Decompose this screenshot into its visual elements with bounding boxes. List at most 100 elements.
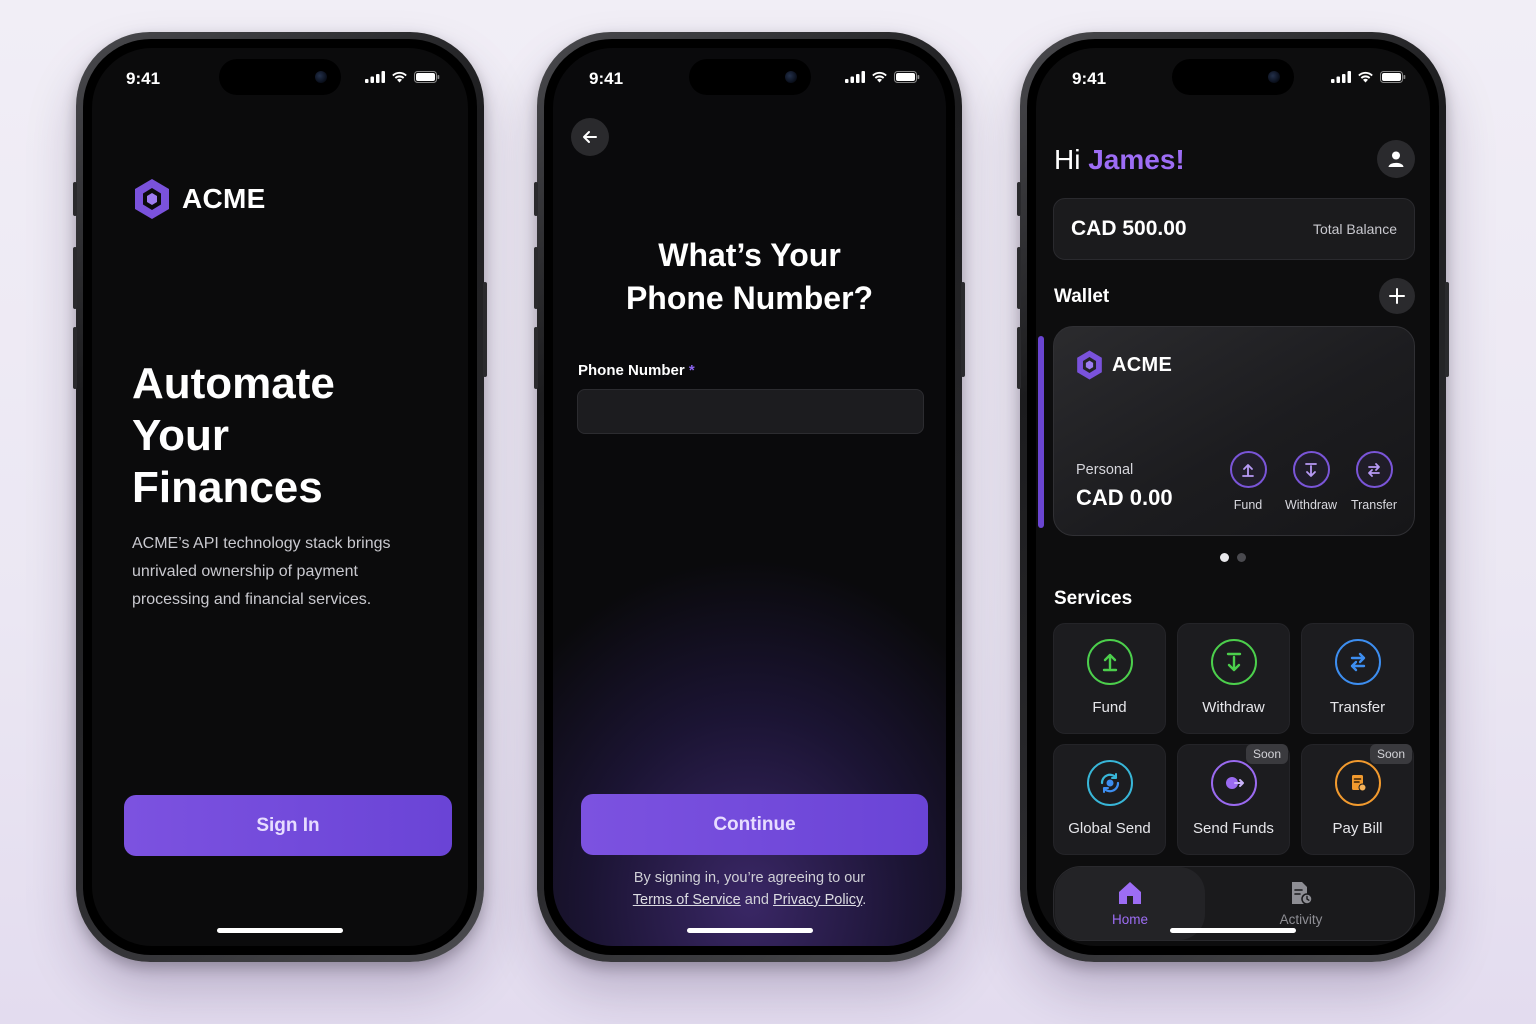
volume-up-button bbox=[1017, 247, 1021, 309]
previous-card-peek[interactable] bbox=[1038, 336, 1044, 528]
action-button bbox=[73, 182, 77, 216]
globe-sync-icon bbox=[1100, 773, 1119, 793]
user-name: James! bbox=[1088, 144, 1185, 175]
plus-icon bbox=[1389, 288, 1405, 304]
wallet-withdraw-button[interactable]: Withdraw bbox=[1281, 451, 1341, 512]
terms-of-service-link[interactable]: Terms of Service bbox=[633, 892, 741, 908]
dynamic-island bbox=[688, 59, 811, 95]
title-line: Phone Number? bbox=[625, 280, 874, 316]
wallet-card-logo: ACME bbox=[1075, 349, 1172, 381]
wallet-transfer-button[interactable]: Transfer bbox=[1344, 451, 1404, 512]
service-label: Pay Bill bbox=[1332, 820, 1383, 837]
status-icons bbox=[1331, 71, 1406, 83]
wallet-account-type: Personal bbox=[1076, 462, 1134, 478]
status-icons bbox=[845, 71, 920, 83]
wifi-icon bbox=[872, 71, 887, 83]
service-transfer[interactable]: Transfer bbox=[1301, 623, 1414, 734]
back-button[interactable] bbox=[571, 118, 609, 156]
carousel-dot[interactable] bbox=[1237, 553, 1246, 562]
service-label: Global Send bbox=[1068, 820, 1151, 837]
service-label: Send Funds bbox=[1193, 820, 1274, 837]
greeting: Hi James! bbox=[1054, 144, 1185, 176]
brand-name: ACME bbox=[182, 183, 266, 214]
arrow-up-icon bbox=[1102, 653, 1117, 672]
acme-logo-icon bbox=[135, 179, 169, 219]
volume-down-button bbox=[73, 327, 77, 389]
action-button bbox=[534, 182, 538, 216]
phone-number-label: Phone Number * bbox=[578, 362, 695, 379]
hero-title-line: Your bbox=[132, 411, 229, 460]
swap-icon bbox=[1350, 652, 1365, 672]
greeting-text: Hi bbox=[1054, 144, 1081, 175]
volume-down-button bbox=[534, 327, 538, 389]
service-label: Fund bbox=[1092, 699, 1127, 716]
wallet-amount: CAD 0.00 bbox=[1076, 485, 1173, 510]
legal-text: By signing in, you’re agreeing to our bbox=[633, 870, 866, 886]
tab-label: Home bbox=[1111, 912, 1148, 927]
soon-badge: Soon bbox=[1245, 744, 1288, 764]
privacy-policy-link[interactable]: Privacy Policy bbox=[773, 892, 862, 908]
volume-down-button bbox=[1017, 327, 1021, 389]
page-title: What’s Your Phone Number? bbox=[553, 234, 946, 320]
service-label: Transfer bbox=[1329, 699, 1386, 716]
balance-label: Total Balance bbox=[1312, 221, 1397, 237]
continue-button[interactable]: Continue bbox=[581, 794, 928, 855]
user-icon bbox=[1388, 151, 1404, 167]
tab-label: Activity bbox=[1279, 912, 1323, 927]
phone-number-screen: 9:41 What’s Your Phone Number? Phone Num… bbox=[553, 48, 946, 946]
wallet-fund-button[interactable]: Fund bbox=[1218, 451, 1278, 512]
dynamic-island bbox=[1172, 59, 1294, 95]
home-indicator[interactable] bbox=[686, 928, 813, 933]
dashboard-screen: 9:41 Hi James! CAD 500.00 Total Balance … bbox=[1036, 48, 1430, 946]
wallet-action-label: Fund bbox=[1233, 498, 1263, 512]
service-send-funds[interactable]: Send Funds Soon bbox=[1177, 744, 1290, 855]
hero-description: ACME’s API technology stack brings unriv… bbox=[132, 535, 391, 608]
status-time: 9:41 bbox=[126, 69, 161, 88]
wallet-card[interactable]: ACME Personal CAD 0.00 Fund Withdraw Tra… bbox=[1053, 326, 1415, 536]
wifi-icon bbox=[392, 71, 407, 83]
power-button bbox=[961, 282, 965, 377]
power-button bbox=[483, 282, 487, 377]
soon-badge: Soon bbox=[1369, 744, 1412, 764]
legal-notice: By signing in, you’re agreeing to our Te… bbox=[553, 867, 946, 911]
carousel-dots bbox=[1220, 553, 1246, 562]
services-title: Services bbox=[1054, 588, 1133, 609]
battery-icon bbox=[414, 71, 440, 83]
service-withdraw[interactable]: Withdraw bbox=[1177, 623, 1290, 734]
profile-button[interactable] bbox=[1377, 140, 1415, 178]
add-wallet-button[interactable] bbox=[1379, 278, 1415, 314]
wallet-title: Wallet bbox=[1054, 286, 1110, 307]
wifi-icon bbox=[1358, 71, 1373, 83]
signal-icon bbox=[1331, 71, 1351, 83]
legal-and: and bbox=[744, 892, 769, 908]
service-pay-bill[interactable]: Pay Bill Soon bbox=[1301, 744, 1414, 855]
volume-up-button bbox=[534, 247, 538, 309]
wallet-card-brand: ACME bbox=[1112, 353, 1173, 376]
wallet-action-label: Withdraw bbox=[1284, 498, 1338, 512]
battery-icon bbox=[894, 71, 920, 83]
total-balance-card: CAD 500.00 Total Balance bbox=[1053, 198, 1415, 260]
activity-icon bbox=[1292, 882, 1313, 905]
sign-in-screen: 9:41 ACME Automate Your Finances ACME’s … bbox=[92, 48, 468, 946]
dynamic-island bbox=[219, 59, 341, 95]
power-button bbox=[1445, 282, 1449, 377]
service-fund[interactable]: Fund bbox=[1053, 623, 1166, 734]
arrow-down-icon bbox=[1305, 462, 1317, 477]
phone-number-input[interactable] bbox=[577, 389, 924, 434]
carousel-dot[interactable] bbox=[1220, 553, 1229, 562]
wallet-action-label: Transfer bbox=[1350, 498, 1398, 512]
swap-icon bbox=[1368, 462, 1380, 477]
status-icons bbox=[365, 71, 440, 83]
hero-title: Automate Your Finances bbox=[132, 358, 335, 514]
service-label: Withdraw bbox=[1202, 699, 1265, 716]
home-icon bbox=[1119, 882, 1141, 904]
home-indicator[interactable] bbox=[1170, 928, 1296, 933]
phone-number-label-text: Phone Number bbox=[578, 362, 685, 379]
acme-logo-icon bbox=[1077, 350, 1102, 380]
action-button bbox=[1017, 182, 1021, 216]
legal-period: . bbox=[862, 892, 867, 908]
status-time: 9:41 bbox=[1072, 69, 1107, 88]
home-indicator[interactable] bbox=[217, 928, 343, 933]
service-global-send[interactable]: Global Send bbox=[1053, 744, 1166, 855]
sign-in-button[interactable]: Sign In bbox=[124, 795, 452, 856]
